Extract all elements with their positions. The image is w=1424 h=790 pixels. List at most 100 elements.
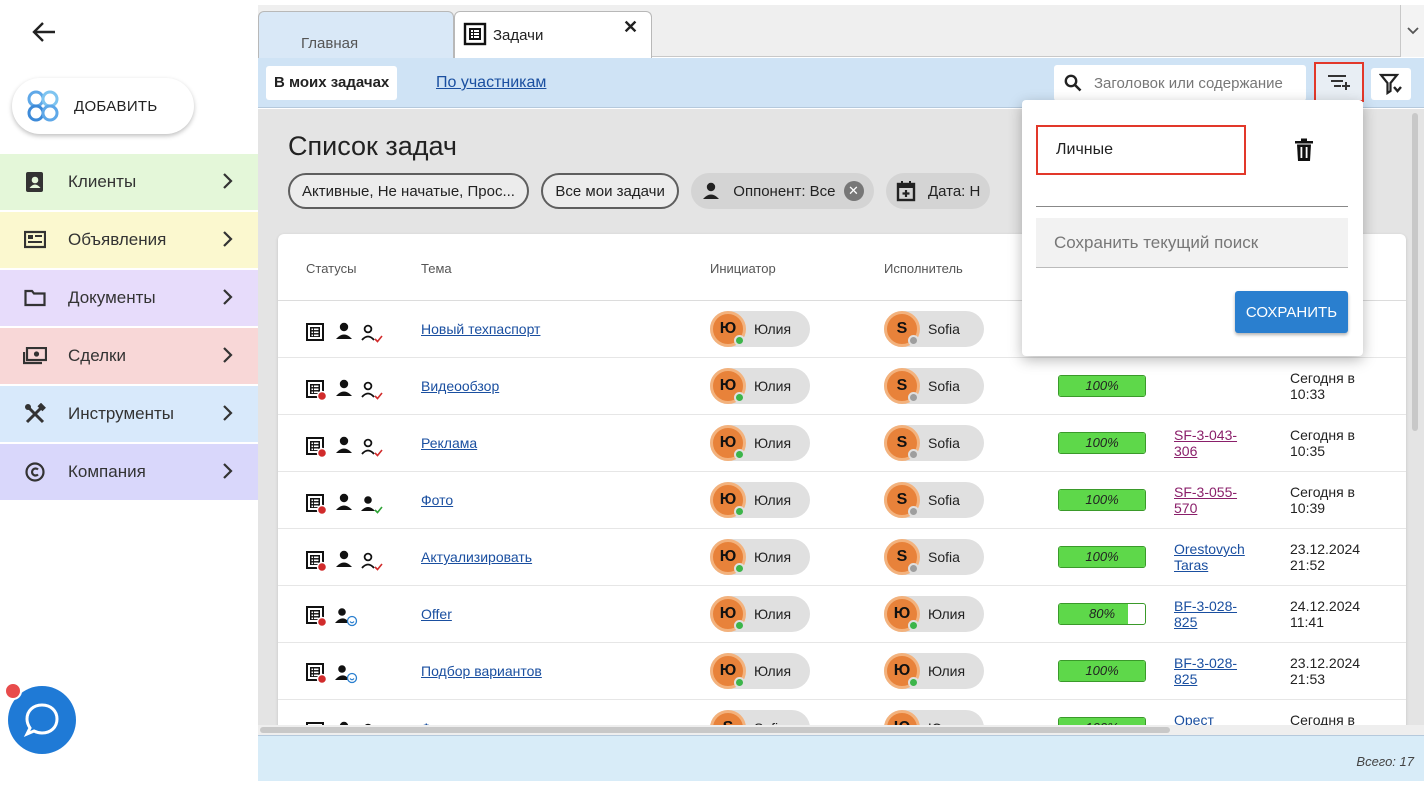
- object-code-link[interactable]: SF-3-055-570: [1174, 484, 1254, 516]
- initiator-chip[interactable]: Ю Юлия: [710, 425, 810, 461]
- chip-label: Активные, Не начатые, Прос...: [302, 182, 515, 200]
- sidebar-item-label: Объявления: [68, 230, 167, 249]
- filter-add-icon: [1328, 75, 1350, 90]
- person-name: Юлия: [928, 606, 966, 622]
- table-row[interactable]: Подбор вариантов Ю Юлия Ю Юлия 100% BF-3-028-8…: [278, 643, 1406, 700]
- table-row[interactable]: Актуализировать Ю Юлия S Sofia 100% Orestovych…: [278, 529, 1406, 586]
- scrollbar-thumb[interactable]: [260, 727, 1170, 733]
- add-button[interactable]: ДОБАВИТЬ: [12, 78, 194, 134]
- table-row[interactable]: Offer Ю Юлия Ю Юлия 80% BF-3-028-825 24.12.2024…: [278, 586, 1406, 643]
- executor-chip[interactable]: S Sofia: [884, 368, 984, 404]
- executor-chip[interactable]: Ю Юлия: [884, 596, 984, 632]
- tabs-dropdown-button[interactable]: [1400, 5, 1424, 57]
- save-search-button[interactable]: СОХРАНИТЬ: [1235, 291, 1348, 333]
- avatar-initial: S: [896, 548, 908, 565]
- filter-button[interactable]: [1371, 68, 1411, 100]
- task-topic-link[interactable]: Offer: [421, 606, 452, 622]
- initiator-chip[interactable]: Ю Юлия: [710, 653, 810, 689]
- folder-icon: [22, 287, 48, 309]
- person-smile-icon: [335, 608, 358, 627]
- object-code-link[interactable]: BF-3-028-825: [1174, 598, 1254, 630]
- status-icons: [306, 663, 358, 685]
- avatar: S: [884, 425, 920, 461]
- saved-searches-popup: Личные СОХРАНИТЬ: [1022, 100, 1363, 356]
- object-code-link[interactable]: SF-3-043-306: [1174, 427, 1254, 459]
- chip-date[interactable]: Дата: Н: [885, 173, 991, 209]
- task-topic-link[interactable]: Фото: [421, 492, 453, 508]
- person-name: Sofia: [928, 549, 960, 565]
- tab-home[interactable]: Главная: [258, 11, 454, 58]
- trash-icon[interactable]: [1294, 138, 1314, 162]
- search-input[interactable]: [1092, 73, 1300, 93]
- avatar-initial: Ю: [719, 662, 737, 679]
- saved-search-item[interactable]: Личные: [1036, 125, 1246, 175]
- chip-label: Все мои задачи: [555, 182, 665, 200]
- object-code-link[interactable]: BF-3-028-825: [1174, 655, 1254, 687]
- header-initiator[interactable]: Инициатор: [710, 261, 776, 276]
- initiator-chip[interactable]: Ю Юлия: [710, 482, 810, 518]
- subtab-my-tasks[interactable]: В моих задачах: [266, 66, 398, 100]
- scrollbar-thumb[interactable]: [1412, 113, 1418, 431]
- chevron-right-icon: [223, 405, 233, 421]
- executor-chip[interactable]: S Sofia: [884, 539, 984, 575]
- horizontal-scrollbar[interactable]: [258, 725, 1424, 735]
- save-search-input[interactable]: [1036, 218, 1348, 268]
- sidebar-item-ads[interactable]: Объявления: [0, 212, 258, 268]
- task-topic-link[interactable]: Подбор вариантов: [421, 663, 542, 679]
- table-row[interactable]: Реклама Ю Юлия S Sofia 100% SF-3-043-306 Сегодн…: [278, 415, 1406, 472]
- initiator-chip[interactable]: Ю Юлия: [710, 539, 810, 575]
- avatar: Ю: [710, 539, 746, 575]
- executor-chip[interactable]: S Sofia: [884, 482, 984, 518]
- sidebar-item-clients[interactable]: Клиенты: [0, 154, 258, 210]
- header-statuses[interactable]: Статусы: [306, 261, 356, 276]
- tab-tasks[interactable]: Задачи ✕: [454, 11, 652, 58]
- executor-chip[interactable]: S Sofia: [884, 425, 984, 461]
- status-dot: [734, 449, 745, 460]
- avatar-initial: S: [896, 377, 908, 394]
- status-dot: [908, 677, 919, 688]
- avatar: Ю: [710, 425, 746, 461]
- status-dot: [908, 449, 919, 460]
- initiator-chip[interactable]: Ю Юлия: [710, 368, 810, 404]
- footer: Всего: 17: [258, 735, 1424, 781]
- progress-label: 80%: [1088, 606, 1116, 621]
- copyright-icon: [22, 461, 48, 483]
- task-date: Сегодня в 10:39: [1290, 484, 1355, 516]
- chip-status-filter[interactable]: Активные, Не начатые, Прос...: [288, 173, 529, 209]
- person-check-icon: [361, 381, 383, 400]
- table-row[interactable]: Видеообзор Ю Юлия S Sofia 100% Сегодня в 10:33: [278, 358, 1406, 415]
- initiator-chip[interactable]: Ю Юлия: [710, 311, 810, 347]
- person-icon: [334, 321, 354, 346]
- header-topic[interactable]: Тема: [421, 261, 452, 276]
- task-topic-link[interactable]: Реклама: [421, 435, 477, 451]
- popup-divider: [1036, 206, 1348, 207]
- chip-clear-icon[interactable]: ✕: [843, 181, 864, 201]
- executor-chip[interactable]: Ю Юлия: [884, 653, 984, 689]
- task-topic-link[interactable]: Новый техпаспорт: [421, 321, 540, 337]
- person-name: Юлия: [928, 663, 966, 679]
- sidebar-item-tools[interactable]: Инструменты: [0, 386, 258, 442]
- sidebar-item-deals[interactable]: Сделки: [0, 328, 258, 384]
- executor-chip[interactable]: S Sofia: [884, 311, 984, 347]
- sidebar-item-documents[interactable]: Документы: [0, 270, 258, 326]
- sidebar-item-company[interactable]: Компания: [0, 444, 258, 500]
- close-tab-icon[interactable]: ✕: [623, 17, 638, 38]
- initiator-chip[interactable]: Ю Юлия: [710, 596, 810, 632]
- person-icon: [703, 182, 720, 199]
- object-code-link[interactable]: Orestovych Taras: [1174, 541, 1254, 573]
- chip-opponent[interactable]: Оппонент: Все ✕: [691, 173, 874, 209]
- subtab-by-participants[interactable]: По участникам: [436, 74, 546, 92]
- table-row[interactable]: Фото Ю Юлия S Sofia 100% SF-3-055-570 Сегодня в…: [278, 472, 1406, 529]
- status-icons: [306, 492, 384, 517]
- header-executor[interactable]: Исполнитель: [884, 261, 963, 276]
- avatar: Ю: [710, 596, 746, 632]
- vertical-scrollbar[interactable]: [1408, 109, 1422, 439]
- back-button[interactable]: [28, 18, 60, 46]
- task-topic-link[interactable]: Видеообзор: [421, 378, 499, 394]
- task-topic-link[interactable]: Актуализировать: [421, 549, 532, 565]
- person-name: Юлия: [754, 321, 792, 337]
- chip-my-tasks[interactable]: Все мои задачи: [541, 173, 679, 209]
- save-filter-button[interactable]: [1314, 62, 1364, 102]
- add-button-label: ДОБАВИТЬ: [74, 97, 158, 115]
- avatar-initial: Ю: [719, 548, 737, 565]
